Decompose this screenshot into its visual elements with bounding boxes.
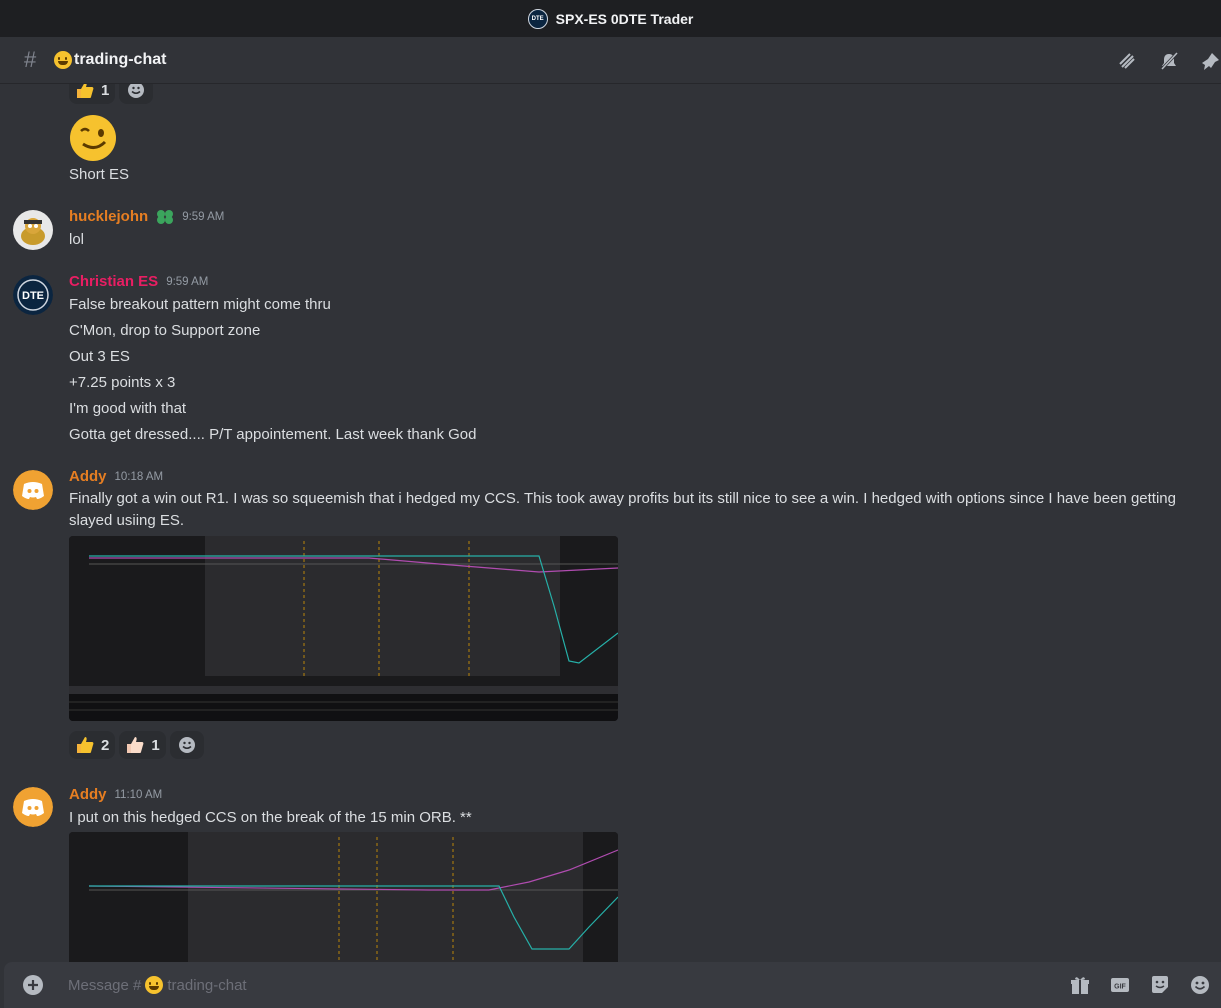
username[interactable]: Addy	[69, 786, 107, 803]
avatar[interactable]	[13, 210, 53, 250]
add-reaction-icon	[178, 737, 195, 753]
pin-icon[interactable]	[1201, 51, 1221, 71]
thumbs-up-icon	[77, 84, 94, 98]
message-text: slayed usiing ES.	[69, 512, 185, 529]
timestamp: 10:18 AM	[114, 470, 164, 483]
discord-avatar-icon	[13, 787, 53, 827]
channel-title: trading-chat	[54, 51, 166, 69]
avatar[interactable]	[13, 470, 53, 510]
message-text: I'm good with that	[69, 400, 187, 417]
reaction-bar: 1	[69, 84, 154, 104]
server-logo-icon: DTE	[527, 8, 548, 29]
thumbs-up-icon	[77, 737, 94, 753]
reaction-thumbs-up[interactable]: 2	[69, 731, 116, 759]
avatar[interactable]	[13, 787, 53, 827]
svg-text:GIF: GIF	[1114, 984, 1126, 991]
winking-face-emoji-icon	[70, 115, 116, 161]
placeholder-prefix: Message #	[68, 976, 142, 994]
image-attachment[interactable]	[69, 832, 618, 962]
discord-avatar-icon	[13, 470, 53, 510]
threads-icon[interactable]	[1117, 51, 1137, 71]
message-header: Addy 10:18 AM	[69, 468, 163, 485]
svg-text:DTE: DTE	[22, 290, 44, 302]
message-text: lol	[69, 231, 85, 248]
reaction-bar: 2 1	[69, 731, 204, 759]
placeholder-channel: trading-chat	[167, 976, 247, 994]
gif-icon[interactable]: GIF	[1109, 974, 1131, 996]
notification-muted-icon[interactable]	[1159, 51, 1179, 71]
timestamp: 9:59 AM	[182, 210, 225, 223]
timestamp: 11:10 AM	[114, 788, 163, 801]
channel-header: # trading-chat	[0, 37, 1221, 84]
options-chart-screenshot	[69, 832, 618, 962]
add-reaction-button[interactable]	[119, 84, 154, 104]
hash-icon: #	[24, 47, 37, 72]
message-header: Addy 11:10 AM	[69, 786, 162, 803]
avatar[interactable]: DTE	[13, 275, 53, 315]
image-attachment[interactable]	[69, 536, 618, 721]
reaction-count: 1	[151, 736, 160, 754]
message-text: False breakout pattern might come thru	[69, 296, 331, 313]
avatar-dte-logo-icon: DTE	[13, 275, 53, 315]
emoji-picker-icon[interactable]	[1189, 974, 1211, 996]
message-text: Finally got a win out R1. I was so squee…	[69, 490, 1176, 507]
message-input[interactable]: Message # trading-chat	[68, 976, 247, 994]
timestamp: 9:59 AM	[166, 275, 209, 288]
avatar-hucklejohn-icon	[13, 210, 53, 250]
reaction-thumbs-up-light[interactable]: 1	[119, 731, 166, 759]
reaction-count: 2	[101, 736, 110, 754]
message-text: I put on this hedged CCS on the break of…	[69, 809, 472, 826]
message-text: C'Mon, drop to Support zone	[69, 322, 261, 339]
reaction-count: 1	[101, 84, 110, 99]
username[interactable]: Christian ES	[69, 273, 158, 290]
username[interactable]: hucklejohn	[69, 208, 148, 225]
window-title: SPX-ES 0DTE Trader	[555, 10, 694, 27]
message-header: Christian ES 9:59 AM	[69, 273, 208, 290]
message-text: +7.25 points x 3	[69, 374, 176, 391]
reaction-thumbs-up[interactable]: 1	[69, 84, 116, 104]
thumbs-up-light-skin-icon	[127, 737, 144, 753]
grin-emoji-icon	[54, 51, 72, 69]
add-reaction-icon	[128, 84, 145, 98]
options-chart-screenshot	[69, 536, 618, 721]
grin-emoji-icon	[145, 976, 164, 994]
message-composer[interactable]: Message # trading-chat GIF	[4, 962, 1221, 1008]
gift-icon[interactable]	[1069, 974, 1091, 996]
message-header: hucklejohn 9:59 AM	[69, 208, 224, 225]
message-list[interactable]: 1 Short ES hucklejohn 9:59 AM lol DTE Ch…	[0, 84, 1221, 962]
add-reaction-button[interactable]	[169, 731, 204, 759]
window-titlebar: DTE SPX-ES 0DTE Trader	[0, 0, 1221, 37]
clover-role-icon	[157, 209, 174, 224]
message-text: Out 3 ES	[69, 348, 130, 365]
message-text: Gotta get dressed.... P/T appointement. …	[69, 426, 477, 443]
add-attachment-icon[interactable]	[22, 974, 44, 996]
message-text: Short ES	[69, 166, 130, 183]
sticker-icon[interactable]	[1149, 974, 1171, 996]
channel-name: trading-chat	[74, 51, 167, 68]
username[interactable]: Addy	[69, 468, 107, 485]
